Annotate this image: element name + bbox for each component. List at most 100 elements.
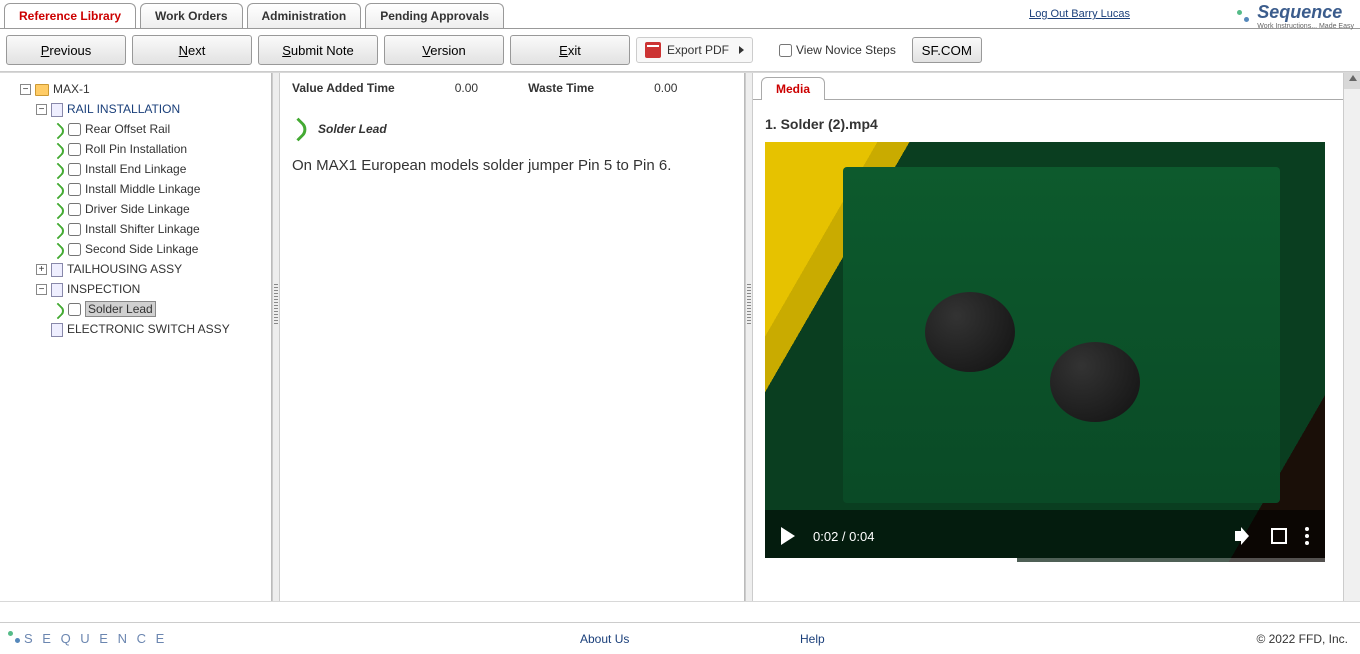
help-link[interactable]: Help — [800, 632, 825, 646]
previous-button[interactable]: Previous — [6, 35, 126, 65]
version-button[interactable]: Version — [384, 35, 504, 65]
tree-step[interactable]: Install Middle Linkage — [85, 182, 200, 196]
video-time: 0:02 / 0:04 — [813, 529, 874, 544]
logout-link[interactable]: Log Out Barry Lucas — [1029, 8, 1130, 20]
main-area: −MAX-1 −RAIL INSTALLATION Rear Offset Ra… — [0, 72, 1360, 602]
arrow-icon — [292, 119, 312, 139]
tree-pane: −MAX-1 −RAIL INSTALLATION Rear Offset Ra… — [0, 73, 272, 601]
tab-administration[interactable]: Administration — [247, 3, 362, 28]
export-pdf-button[interactable]: Export PDF — [636, 37, 753, 63]
tree-step[interactable]: Install End Linkage — [85, 162, 186, 176]
tree-group-tailhousing[interactable]: TAILHOUSING ASSY — [67, 262, 182, 276]
tree-group-eswitch[interactable]: ELECTRONIC SWITCH ASSY — [67, 322, 230, 336]
step-name: Solder Lead — [318, 122, 387, 136]
chevron-right-icon — [739, 46, 744, 54]
splitter-right[interactable] — [745, 73, 753, 601]
vat-value: 0.00 — [455, 81, 478, 95]
arrow-icon — [52, 143, 66, 157]
more-icon[interactable] — [1305, 527, 1309, 545]
tab-pending-approvals[interactable]: Pending Approvals — [365, 3, 504, 28]
tab-reference-library[interactable]: Reference Library — [4, 3, 136, 28]
tree-group-rail[interactable]: RAIL INSTALLATION — [67, 102, 180, 116]
media-tabs: Media — [753, 73, 1343, 100]
submit-note-button[interactable]: Submit Note — [258, 35, 378, 65]
tree-step[interactable]: Driver Side Linkage — [85, 202, 190, 216]
tree-step[interactable]: Install Shifter Linkage — [85, 222, 200, 236]
brand-icon — [1237, 10, 1249, 22]
play-button[interactable] — [781, 527, 795, 545]
top-nav: Reference Library Work Orders Administra… — [0, 0, 1360, 29]
arrow-icon — [52, 243, 66, 257]
expand-toggle[interactable]: − — [20, 84, 31, 95]
volume-icon[interactable] — [1235, 527, 1253, 545]
brand-logo: Sequence Work Instructions... Made Easy — [1237, 2, 1354, 30]
arrow-icon — [52, 163, 66, 177]
logo-icon — [8, 631, 20, 643]
video-player[interactable]: 0:02 / 0:04 — [765, 142, 1325, 562]
step-checkbox[interactable] — [68, 183, 81, 196]
wt-label: Waste Time — [528, 81, 594, 95]
media-title: 1. Solder (2).mp4 — [765, 116, 1331, 132]
view-novice-checkbox[interactable] — [779, 44, 792, 57]
tab-media[interactable]: Media — [761, 77, 825, 100]
step-checkbox[interactable] — [68, 303, 81, 316]
toolbar: Previous Next Submit Note Version Exit E… — [0, 29, 1360, 72]
footer: S E Q U E N C E About Us Help © 2022 FFD… — [0, 622, 1360, 654]
step-checkbox[interactable] — [68, 123, 81, 136]
tree-step[interactable]: Rear Offset Rail — [85, 122, 170, 136]
media-pane: Media 1. Solder (2).mp4 0:02 / 0:04 — [753, 73, 1343, 601]
vat-label: Value Added Time — [292, 81, 395, 95]
arrow-icon — [52, 183, 66, 197]
doc-icon — [51, 323, 63, 337]
tree-step-selected[interactable]: Solder Lead — [85, 301, 156, 317]
view-novice-toggle[interactable]: View Novice Steps — [779, 43, 896, 57]
fullscreen-icon[interactable] — [1271, 528, 1287, 544]
nav-tree: −MAX-1 −RAIL INSTALLATION Rear Offset Ra… — [4, 79, 267, 339]
expand-toggle[interactable]: − — [36, 104, 47, 115]
scrollbar[interactable] — [1343, 73, 1360, 601]
step-checkbox[interactable] — [68, 203, 81, 216]
time-row: Value Added Time0.00 Waste Time0.00 — [292, 81, 732, 95]
arrow-icon — [52, 123, 66, 137]
arrow-icon — [52, 303, 66, 317]
about-link[interactable]: About Us — [580, 632, 629, 646]
splitter-left[interactable] — [272, 73, 280, 601]
main-tabs: Reference Library Work Orders Administra… — [4, 0, 504, 28]
instruction-pane: Value Added Time0.00 Waste Time0.00 Sold… — [280, 73, 745, 601]
folder-icon — [35, 84, 49, 96]
brand-sub: Work Instructions... Made Easy — [1257, 23, 1354, 30]
doc-icon — [51, 283, 63, 297]
component-graphic — [925, 292, 1015, 372]
footer-logo: S E Q U E N C E — [8, 631, 167, 646]
tree-step[interactable]: Second Side Linkage — [85, 242, 198, 256]
video-controls: 0:02 / 0:04 — [765, 510, 1325, 562]
progress-bar[interactable] — [765, 558, 1325, 562]
step-checkbox[interactable] — [68, 243, 81, 256]
expand-toggle[interactable]: + — [36, 264, 47, 275]
tree-group-inspection[interactable]: INSPECTION — [67, 282, 140, 296]
component-graphic — [1050, 342, 1140, 422]
sfcom-button[interactable]: SF.COM — [912, 37, 982, 63]
doc-icon — [51, 263, 63, 277]
arrow-icon — [52, 223, 66, 237]
pcb-graphic — [843, 167, 1280, 503]
export-label: Export PDF — [667, 43, 729, 57]
tab-work-orders[interactable]: Work Orders — [140, 3, 242, 28]
step-checkbox[interactable] — [68, 223, 81, 236]
pdf-icon — [645, 42, 661, 58]
instruction-body: On MAX1 European models solder jumper Pi… — [292, 157, 732, 174]
copyright: © 2022 FFD, Inc. — [1256, 632, 1348, 646]
next-button[interactable]: Next — [132, 35, 252, 65]
tree-root[interactable]: MAX-1 — [53, 82, 90, 96]
exit-button[interactable]: Exit — [510, 35, 630, 65]
step-checkbox[interactable] — [68, 143, 81, 156]
arrow-icon — [52, 203, 66, 217]
expand-toggle[interactable]: − — [36, 284, 47, 295]
doc-icon — [51, 103, 63, 117]
media-body: 1. Solder (2).mp4 0:02 / 0:04 — [753, 99, 1343, 572]
brand-text: Sequence — [1257, 2, 1342, 22]
tree-step[interactable]: Roll Pin Installation — [85, 142, 187, 156]
step-checkbox[interactable] — [68, 163, 81, 176]
view-novice-label: View Novice Steps — [796, 43, 896, 57]
step-title: Solder Lead — [292, 119, 732, 139]
